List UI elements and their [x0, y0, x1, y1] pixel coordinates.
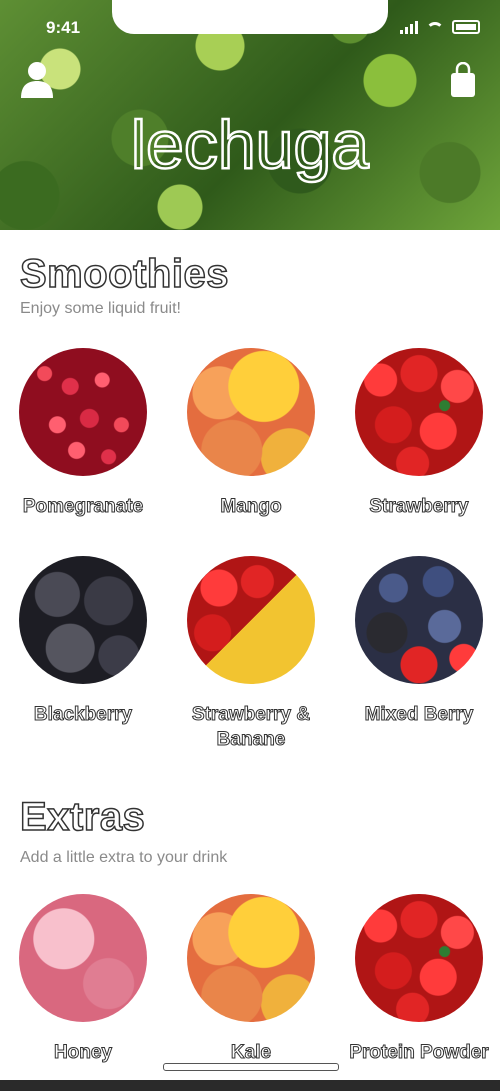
smoothie-item-mixed-berry[interactable]: Mixed Berry — [344, 556, 494, 727]
smoothie-label: Mixed Berry — [364, 704, 474, 726]
header-banner: 9:41 lechuga — [0, 0, 500, 230]
account-icon — [21, 62, 53, 98]
status-bar: 9:41 — [0, 0, 500, 44]
mango-image — [187, 348, 315, 476]
device-notch — [112, 0, 388, 34]
smoothies-subtitle: Enjoy some liquid fruit! — [20, 300, 181, 317]
shopping-bag-icon — [451, 61, 475, 97]
smoothie-item-strawberry-banane[interactable]: Strawberry & Banane — [176, 556, 326, 752]
extra-label: Kale — [230, 1042, 272, 1064]
strawberry-image — [355, 348, 483, 476]
smoothie-item-blackberry[interactable]: Blackberry — [8, 556, 158, 727]
pomegranate-image — [19, 348, 147, 476]
extra-item-honey[interactable]: Honey — [8, 894, 158, 1065]
signal-icon — [400, 21, 418, 34]
smoothie-label: Blackberry — [33, 704, 133, 726]
smoothie-label: Strawberry & Banane — [191, 704, 311, 751]
device-bottom-edge — [0, 1080, 500, 1091]
wifi-icon — [426, 22, 444, 34]
protein-powder-image — [355, 894, 483, 1022]
extras-subtitle: Add a little extra to your drink — [20, 849, 228, 866]
smoothies-title: Smoothies — [19, 251, 229, 297]
status-time: 9:41 — [46, 18, 81, 37]
home-indicator[interactable] — [163, 1063, 339, 1071]
status-icons — [400, 20, 480, 34]
mixed-berry-image — [355, 556, 483, 684]
app-screen: 9:41 lechuga Smoothies Enjoy some liquid… — [0, 0, 500, 1091]
honey-image — [19, 894, 147, 1022]
extras-title: Extras — [19, 794, 146, 840]
strawberry-banane-image — [187, 556, 315, 684]
smoothie-label: Pomegranate — [22, 496, 144, 518]
smoothie-label: Strawberry — [369, 496, 469, 518]
extra-item-protein-powder[interactable]: Protein Powder — [344, 894, 494, 1065]
smoothie-label: Mango — [220, 496, 282, 518]
extra-item-kale[interactable]: Kale — [176, 894, 326, 1065]
kale-image — [187, 894, 315, 1022]
smoothie-item-mango[interactable]: Mango — [176, 348, 326, 519]
account-button[interactable] — [20, 60, 54, 98]
extra-label: Protein Powder — [349, 1042, 489, 1064]
smoothie-item-pomegranate[interactable]: Pomegranate — [8, 348, 158, 519]
battery-icon — [452, 20, 480, 34]
smoothie-item-strawberry[interactable]: Strawberry — [344, 348, 494, 519]
lechuga-logo: lechuga — [130, 106, 370, 185]
blackberry-image — [19, 556, 147, 684]
shopping-bag-button[interactable] — [450, 61, 476, 98]
logo-text: lechuga — [131, 107, 369, 183]
extra-label: Honey — [53, 1042, 113, 1064]
